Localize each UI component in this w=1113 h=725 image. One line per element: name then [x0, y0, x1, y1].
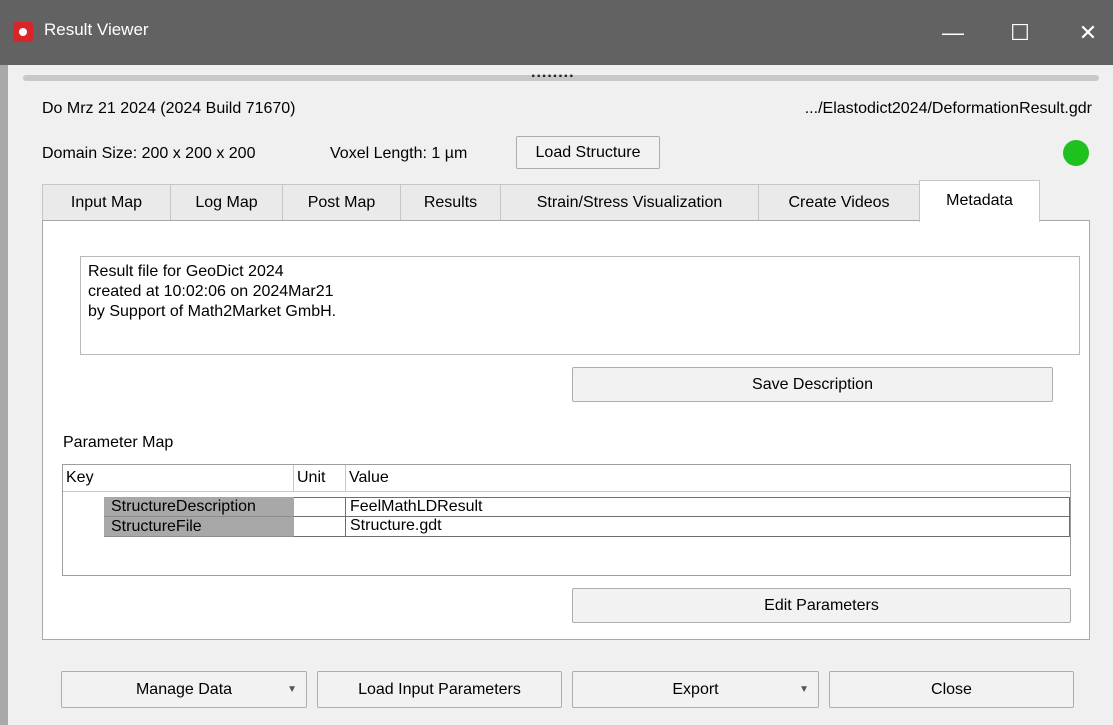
- unit-cell[interactable]: [294, 497, 346, 517]
- tab-post-map[interactable]: Post Map: [282, 184, 401, 221]
- domain-size-label: Domain Size: 200 x 200 x 200: [42, 145, 256, 162]
- description-line: Result file for GeoDict 2024: [88, 263, 284, 280]
- close-button[interactable]: Close: [829, 671, 1074, 708]
- edit-parameters-button[interactable]: Edit Parameters: [572, 588, 1071, 623]
- description-line: by Support of Math2Market GmbH.: [88, 303, 337, 320]
- app-logo-icon: [13, 22, 33, 42]
- tab-metadata[interactable]: Metadata: [919, 180, 1040, 222]
- key-cell[interactable]: StructureDescription: [104, 497, 294, 517]
- description-line: created at 10:02:06 on 2024Mar21: [88, 283, 334, 300]
- column-header-value[interactable]: Value: [346, 465, 1068, 491]
- tab-log-map[interactable]: Log Map: [170, 184, 283, 221]
- tab-input-map[interactable]: Input Map: [42, 184, 171, 221]
- close-window-icon[interactable]: ✕: [1065, 10, 1111, 55]
- load-structure-button[interactable]: Load Structure: [516, 136, 660, 169]
- chevron-down-icon[interactable]: ▼: [799, 672, 809, 707]
- maximize-icon[interactable]: ☐: [997, 10, 1043, 55]
- window-title: Result Viewer: [44, 20, 149, 39]
- title-bar: Result Viewer — ☐ ✕: [0, 0, 1113, 65]
- value-cell[interactable]: Structure.gdt: [346, 517, 1070, 537]
- save-description-button[interactable]: Save Description: [572, 367, 1053, 402]
- export-button[interactable]: Export ▼: [572, 671, 819, 708]
- table-row[interactable]: StructureDescription FeelMathLDResult: [63, 497, 1070, 517]
- file-path-label: .../Elastodict2024/DeformationResult.gdr: [804, 100, 1092, 117]
- key-cell[interactable]: StructureFile: [104, 517, 294, 537]
- column-header-unit[interactable]: Unit: [294, 465, 346, 491]
- voxel-length-label: Voxel Length: 1 µm: [330, 145, 468, 162]
- manage-data-label: Manage Data: [135, 681, 233, 698]
- parameter-map-label: Parameter Map: [63, 434, 174, 451]
- splitter-handle-icon[interactable]: ........: [531, 64, 575, 82]
- export-label: Export: [672, 681, 719, 698]
- status-indicator-icon: [1063, 140, 1089, 166]
- chevron-down-icon[interactable]: ▼: [287, 672, 297, 707]
- tab-results[interactable]: Results: [400, 184, 501, 221]
- load-input-parameters-button[interactable]: Load Input Parameters: [317, 671, 562, 708]
- minimize-icon[interactable]: —: [930, 10, 976, 55]
- value-cell[interactable]: FeelMathLDResult: [346, 497, 1070, 517]
- manage-data-button[interactable]: Manage Data ▼: [61, 671, 307, 708]
- column-header-key[interactable]: Key: [63, 465, 294, 491]
- unit-cell[interactable]: [294, 517, 346, 537]
- description-textarea[interactable]: Result file for GeoDict 2024 created at …: [80, 256, 1080, 355]
- table-row[interactable]: StructureFile Structure.gdt: [63, 517, 1070, 537]
- tab-strain-stress-visualization[interactable]: Strain/Stress Visualization: [500, 184, 759, 221]
- parameter-table[interactable]: Key Unit Value StructureDescription Feel…: [62, 464, 1071, 576]
- tab-create-videos[interactable]: Create Videos: [758, 184, 920, 221]
- date-build-label: Do Mrz 21 2024 (2024 Build 71670): [42, 100, 296, 117]
- table-header: Key Unit Value: [63, 465, 1070, 492]
- window-left-border: [0, 65, 8, 725]
